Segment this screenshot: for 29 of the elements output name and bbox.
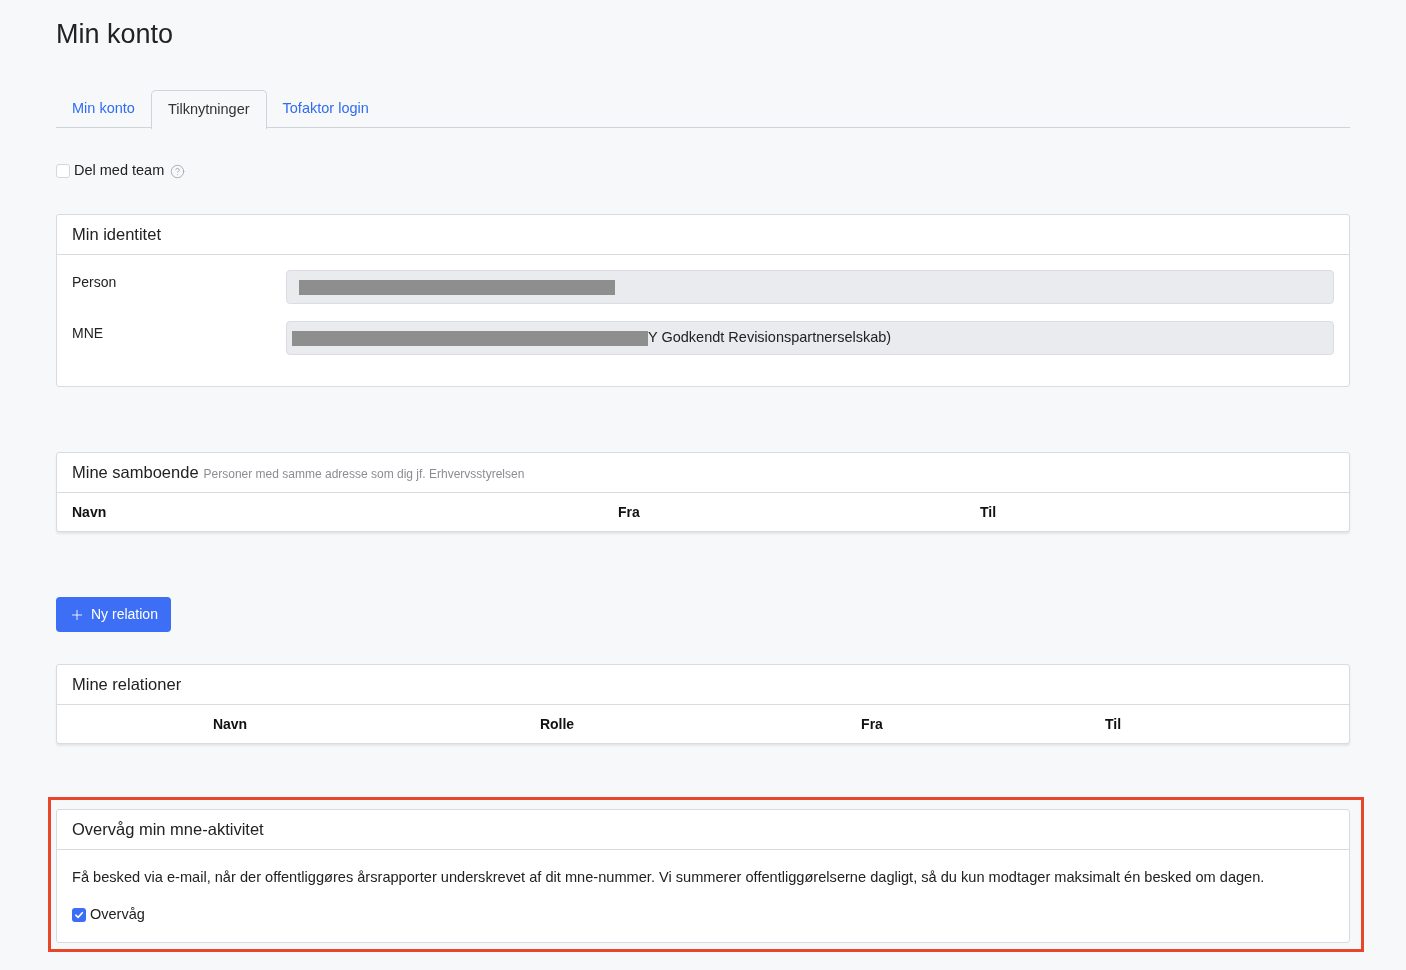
column-header: Rolle: [539, 714, 575, 734]
tab[interactable]: Tofaktor login: [266, 90, 385, 128]
field-label: Person: [72, 273, 118, 292]
card-title: Overvåg min mne-aktivitet: [72, 819, 264, 841]
check-icon: [74, 909, 84, 920]
column-header: Fra: [861, 714, 883, 734]
description-text: Få besked via e-mail, når der offentliggøres årsrapporter underskrevet af dit mne-nummer. Vi summerer offentliggørelserne dagligt, så du kun modtager maksimalt én besked om dagen.: [72, 868, 1266, 886]
card-title: Mine relationer: [72, 674, 182, 696]
card-title: Mine samboende: [72, 462, 199, 484]
help-icon[interactable]: [170, 163, 186, 179]
checkbox-label: Del med team: [74, 161, 165, 181]
tab[interactable]: Min konto: [56, 90, 151, 128]
input-field[interactable]: [286, 270, 1334, 304]
page-title: Min konto: [56, 18, 174, 50]
field-label: MNE: [72, 324, 105, 343]
column-header: Til: [980, 504, 997, 520]
column-header: Navn: [72, 504, 107, 520]
column-header: Navn: [212, 714, 248, 734]
card-subtitle: Personer med samme adresse som dig jf. Erhvervsstyrelsen: [203, 465, 525, 483]
column-header: Til: [1104, 714, 1122, 734]
field-value: Y Godkendt Revisionspartnerselskab): [648, 328, 892, 348]
checkbox[interactable]: [56, 164, 70, 178]
tab[interactable]: Tilknytninger: [150, 90, 267, 129]
new-relation-button[interactable]: Ny relation: [56, 597, 171, 632]
checkbox[interactable]: [72, 907, 86, 922]
input-field[interactable]: Y Godkendt Revisionspartnerselskab): [286, 321, 1334, 355]
column-header: Fra: [618, 504, 640, 520]
checkbox-label: Overvåg: [90, 905, 145, 924]
card-title: Min identitet: [72, 224, 161, 246]
